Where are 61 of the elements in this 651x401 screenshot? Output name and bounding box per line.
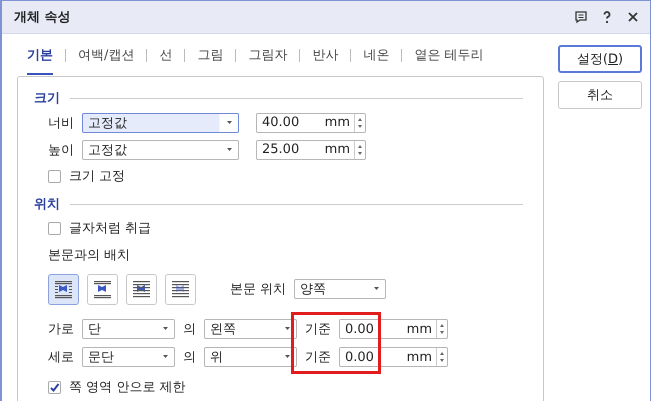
section-title: 크기	[34, 90, 60, 107]
checkbox-label: 글자처럼 취급	[69, 220, 152, 237]
dropdown[interactable]: 단	[82, 319, 175, 339]
spin-arrows-icon	[354, 114, 365, 132]
caret-icon	[284, 355, 291, 359]
tab[interactable]: 네온	[363, 36, 390, 74]
number-field[interactable]: 25.00 mm	[256, 140, 366, 160]
text-wrap-icon	[53, 278, 74, 300]
dialog-button[interactable]: 취소	[558, 81, 642, 109]
dropdown[interactable]: 왼쪽	[204, 319, 297, 339]
field-label: 본문 위치	[230, 281, 286, 298]
caret-icon	[162, 327, 169, 331]
caret-icon	[284, 327, 291, 331]
tab[interactable]: 반사	[312, 36, 338, 74]
spin-arrows-icon	[354, 140, 365, 158]
field-label: 의	[183, 321, 196, 338]
checkbox-label: 크기 고정	[69, 168, 126, 185]
tab[interactable]: 기본	[27, 36, 53, 74]
tab[interactable]: 여백/캡션	[78, 36, 134, 74]
dialog-button[interactable]: 설정(D)	[558, 45, 642, 73]
text-wrap-button[interactable]	[87, 274, 118, 304]
text-wrap-icon	[92, 278, 113, 300]
dropdown[interactable]: 고정값	[82, 112, 239, 132]
field-label: 본문과의 배치	[48, 247, 130, 264]
text-wrap-button[interactable]	[165, 274, 196, 304]
dropdown[interactable]: 문단	[82, 347, 175, 367]
dropdown[interactable]: 위	[204, 347, 297, 367]
number-field[interactable]: 0.00 mm	[339, 319, 448, 339]
field-label: 세로	[48, 349, 74, 366]
section-title: 위치	[34, 196, 60, 213]
checkbox[interactable]	[48, 222, 61, 234]
tab[interactable]: 그림자	[248, 36, 288, 74]
text-wrap-button[interactable]	[126, 274, 157, 304]
field-label: 가로	[48, 321, 74, 338]
tab[interactable]: 옅은 테두리	[414, 36, 484, 74]
checkbox[interactable]	[48, 380, 61, 394]
checkbox[interactable]	[48, 170, 61, 182]
close-icon[interactable]	[626, 10, 640, 24]
number-field[interactable]: 0.00 mm	[339, 347, 448, 367]
number-field[interactable]: 40.00 mm	[256, 112, 366, 132]
caret-icon	[162, 355, 169, 359]
tab[interactable]: 선	[159, 36, 172, 74]
field-label: 너비	[48, 114, 74, 132]
text-wrap-button[interactable]	[48, 274, 79, 304]
caret-icon	[373, 287, 380, 291]
spin-arrows-icon	[436, 348, 447, 366]
comment-icon[interactable]	[574, 10, 588, 24]
spin-arrows-icon	[436, 320, 447, 338]
field-label: 기준	[305, 349, 331, 366]
text-wrap-icon	[131, 278, 152, 300]
field-label: 의	[183, 349, 196, 366]
field-label: 기준	[305, 321, 331, 338]
caret-icon	[226, 148, 233, 152]
dropdown[interactable]: 고정값	[82, 140, 239, 160]
checkbox-label: 쪽 영역 안으로 제한	[69, 379, 186, 396]
dropdown[interactable]: 양쪽	[294, 279, 386, 299]
tab[interactable]: 그림	[197, 36, 224, 74]
caret-icon	[226, 120, 233, 124]
field-label: 높이	[48, 142, 74, 158]
text-wrap-icon	[170, 278, 191, 300]
window-title: 개체 속성	[14, 9, 72, 26]
